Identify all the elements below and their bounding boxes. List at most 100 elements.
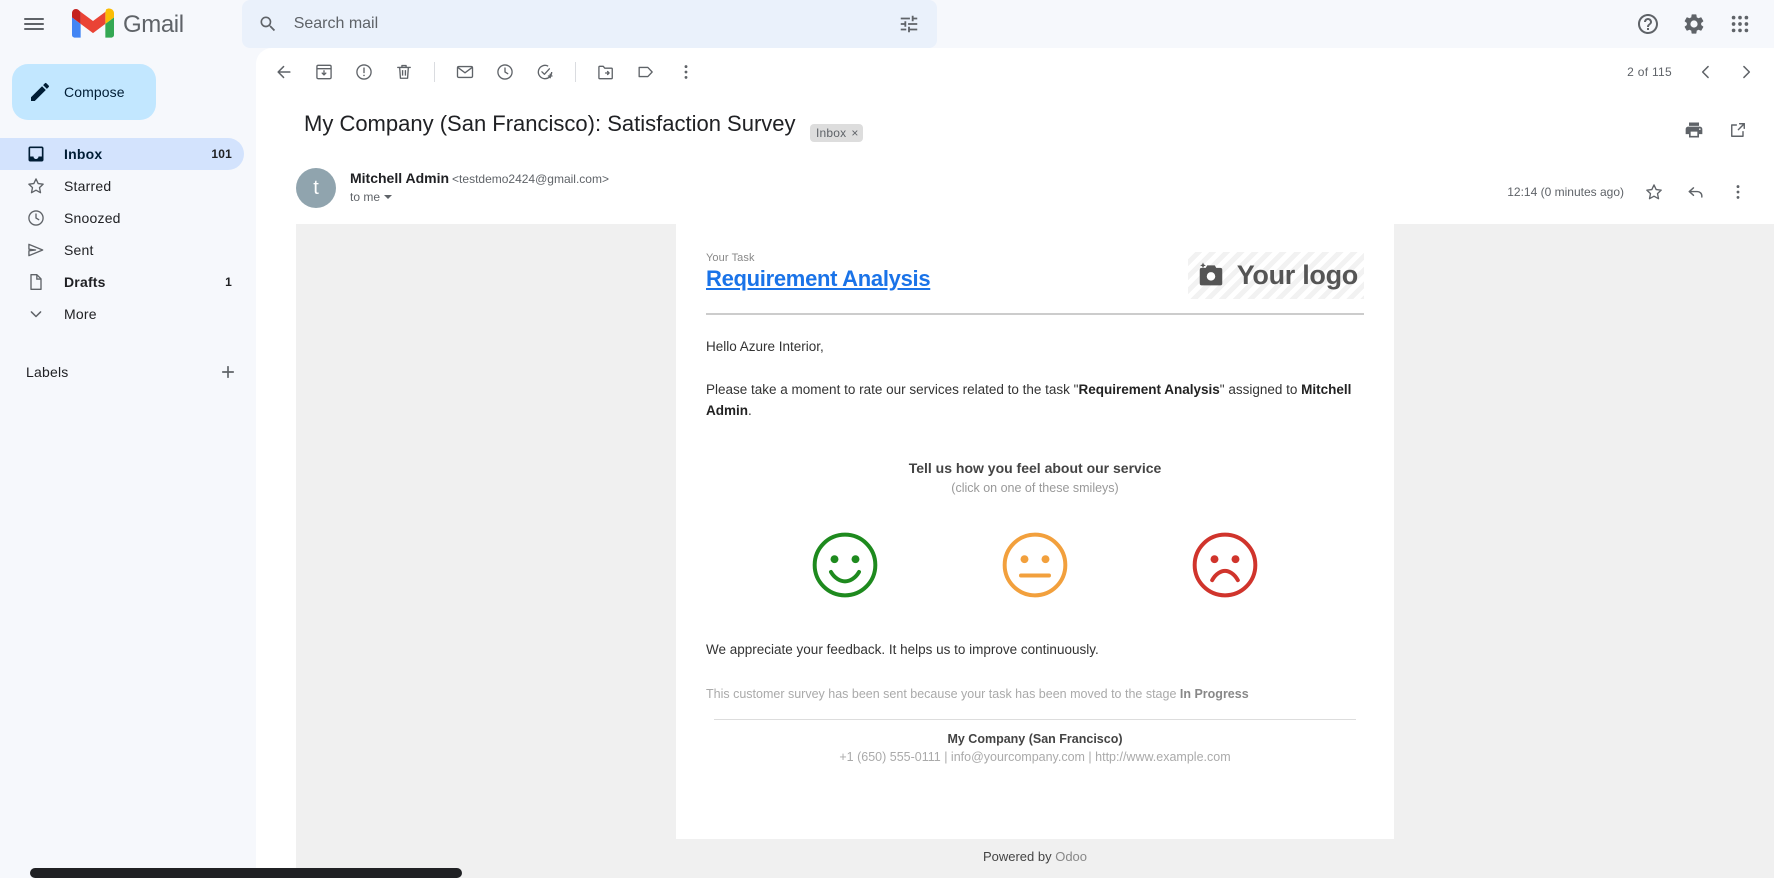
sidebar-item-label: Inbox — [64, 146, 103, 162]
odoo-link[interactable]: Odoo — [1055, 849, 1087, 864]
page-count: 2 of 115 — [1627, 65, 1672, 79]
sidebar-item-label: Drafts — [64, 274, 106, 290]
report-spam-icon[interactable] — [344, 52, 384, 92]
email-header-left: Your Task Requirement Analysis — [706, 252, 1188, 292]
arrow-back-icon[interactable] — [264, 52, 304, 92]
sidebar-item-starred[interactable]: Starred — [0, 170, 244, 202]
body-split: Compose Inbox 101 Starred Snoozed Sent D… — [0, 48, 1774, 878]
task-title-link[interactable]: Requirement Analysis — [706, 266, 931, 291]
email-body-area: Your Task Requirement Analysis Your logo — [296, 224, 1774, 878]
sidebar-item-drafts[interactable]: Drafts 1 — [0, 266, 244, 298]
plus-icon[interactable] — [212, 356, 244, 388]
note-stage: In Progress — [1179, 686, 1249, 701]
chevron-down-icon[interactable] — [384, 195, 393, 199]
chevron-left-icon[interactable] — [1686, 52, 1726, 92]
header-divider — [706, 313, 1364, 315]
survey-prompt-sub: (click on one of these smileys) — [951, 480, 1119, 495]
gmail-brand[interactable]: Gmail — [72, 8, 184, 40]
avatar[interactable]: t — [296, 168, 336, 208]
thanks-text: We appreciate your feedback. It helps us… — [706, 641, 1099, 657]
sidebar-item-snoozed[interactable]: Snoozed — [0, 202, 244, 234]
timestamp: 12:14 (0 minutes ago) — [1507, 185, 1624, 199]
gmail-app: Gmail Search mail Compose Inbox 101 Star… — [0, 0, 1774, 878]
task-eyebrow: Your Task — [706, 252, 755, 264]
email-header: Your Task Requirement Analysis Your logo — [706, 252, 1364, 299]
add-to-tasks-icon[interactable] — [525, 52, 565, 92]
gmail-logo-icon — [72, 8, 114, 38]
message-actions: 12:14 (0 minutes ago) — [1507, 168, 1758, 212]
sidebar-item-more[interactable]: More — [0, 298, 244, 330]
recipient-line[interactable]: to me — [350, 190, 609, 204]
sidebar-item-count: 1 — [225, 275, 232, 289]
pagination: 2 of 115 — [1627, 52, 1766, 92]
sad-smiley-icon[interactable] — [1190, 530, 1260, 600]
intro-task-name: Requirement Analysis — [1078, 381, 1220, 397]
toolbar-divider — [575, 62, 576, 82]
recipient-label: to me — [350, 190, 381, 204]
print-icon[interactable] — [1674, 110, 1714, 150]
search-input[interactable] — [287, 15, 889, 33]
clock-snooze-icon[interactable] — [485, 52, 525, 92]
mail-toolbar: 2 of 115 — [256, 48, 1774, 96]
star-icon — [26, 176, 46, 196]
search-bar[interactable] — [241, 0, 937, 48]
send-icon — [26, 240, 46, 260]
sidebar-item-label: Sent — [64, 242, 94, 258]
intro-prefix: Please take a moment to rate our service… — [706, 381, 1079, 397]
clock-icon — [26, 208, 46, 228]
sidebar-nav: Inbox 101 Starred Snoozed Sent Drafts 1 … — [0, 138, 256, 330]
survey-note: This customer survey has been sent becau… — [706, 687, 1364, 701]
reply-arrow-icon[interactable] — [1676, 172, 1716, 212]
intro-mid: " assigned to — [1219, 381, 1302, 397]
more-vertical-icon[interactable] — [666, 52, 706, 92]
sender-email: <testdemo2424@gmail.com> — [452, 172, 609, 186]
mark-unread-icon[interactable] — [445, 52, 485, 92]
sidebar-item-label: Snoozed — [64, 210, 121, 226]
compose-label: Compose — [64, 84, 125, 100]
smiley-rating-group — [706, 530, 1364, 600]
sidebar-item-label: Starred — [64, 178, 112, 194]
help-circle-icon[interactable] — [1626, 2, 1670, 46]
survey-email-card: Your Task Requirement Analysis Your logo — [676, 224, 1394, 878]
subject-actions — [1674, 110, 1758, 150]
label-tag-icon[interactable] — [626, 52, 666, 92]
subject-row: My Company (San Francisco): Satisfaction… — [256, 96, 1774, 160]
greeting-text: Hello Azure Interior, — [706, 339, 824, 354]
survey-prompt-title: Tell us how you feel about our service — [908, 459, 1162, 476]
trash-icon[interactable] — [384, 52, 424, 92]
status-badge[interactable]: Inbox × — [809, 124, 863, 142]
logo-text: Your logo — [1236, 260, 1359, 290]
sender-row: t Mitchell Admin <testdemo2424@gmail.com>… — [256, 160, 1774, 212]
sidebar-item-sent[interactable]: Sent — [0, 234, 244, 266]
more-vertical-icon[interactable] — [1718, 172, 1758, 212]
sidebar-item-count: 101 — [211, 147, 232, 161]
tune-filter-icon[interactable] — [889, 4, 929, 44]
top-bar: Gmail — [0, 0, 1774, 48]
sender-line: Mitchell Admin <testdemo2424@gmail.com> — [350, 170, 609, 186]
happy-smiley-icon[interactable] — [810, 530, 880, 600]
horizontal-scrollbar[interactable] — [30, 868, 462, 878]
close-icon[interactable]: × — [851, 126, 858, 140]
toolbar-divider — [434, 62, 435, 82]
move-to-folder-icon[interactable] — [586, 52, 626, 92]
archive-icon[interactable] — [304, 52, 344, 92]
main-menu-icon[interactable] — [10, 0, 58, 48]
star-outline-icon[interactable] — [1634, 172, 1674, 212]
neutral-smiley-icon[interactable] — [1000, 530, 1070, 600]
mail-pane: 2 of 115 My Company (San Francisco): Sat… — [256, 48, 1774, 878]
sender-name[interactable]: Mitchell Admin — [350, 170, 449, 186]
company-name: My Company (San Francisco) — [947, 731, 1123, 746]
compose-button[interactable]: Compose — [12, 64, 156, 120]
apps-grid-icon[interactable] — [1718, 2, 1762, 46]
sidebar: Compose Inbox 101 Starred Snoozed Sent D… — [0, 48, 256, 878]
footer-divider — [714, 718, 1356, 720]
powered-by: Powered by Odoo — [296, 839, 1774, 878]
open-in-new-icon[interactable] — [1718, 110, 1758, 150]
search-icon[interactable] — [248, 4, 288, 44]
powered-prefix: Powered by — [982, 849, 1056, 864]
logo-placeholder: Your logo — [1187, 252, 1364, 299]
sender-info: Mitchell Admin <testdemo2424@gmail.com> t… — [350, 168, 609, 204]
gear-icon[interactable] — [1672, 2, 1716, 46]
chevron-right-icon[interactable] — [1726, 52, 1766, 92]
sidebar-item-inbox[interactable]: Inbox 101 — [0, 138, 244, 170]
